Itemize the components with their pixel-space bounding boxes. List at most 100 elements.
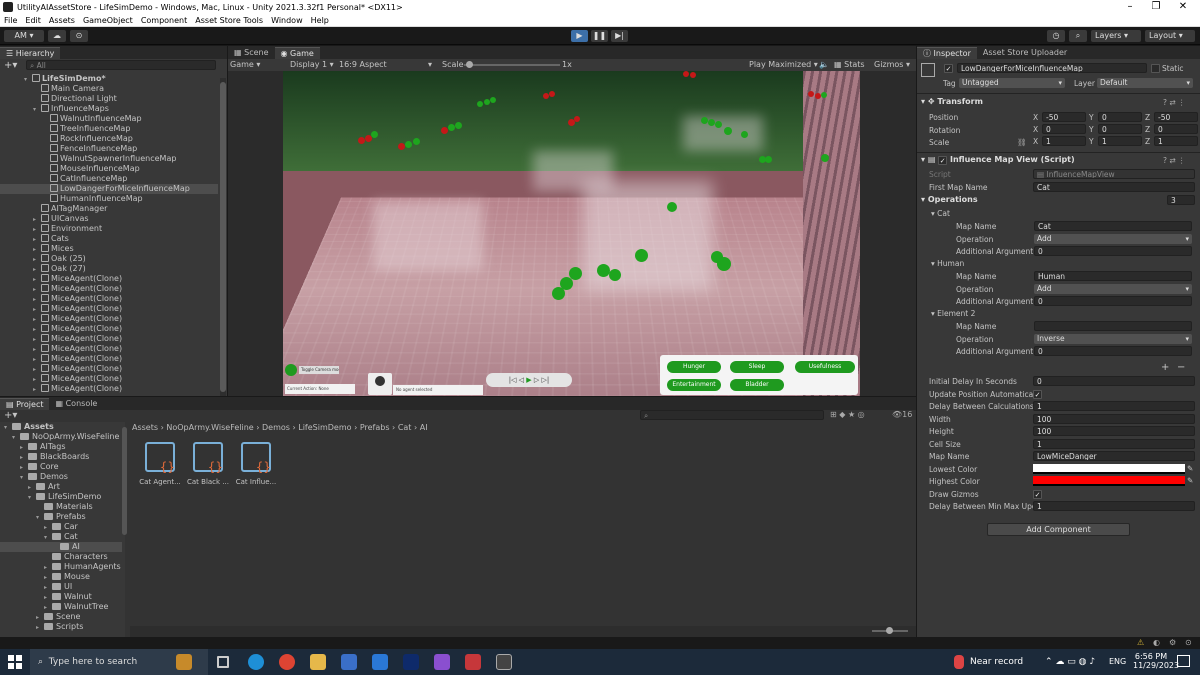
cat-agent[interactable] bbox=[683, 71, 689, 77]
operation-dropdown[interactable]: Inverse bbox=[1034, 333, 1192, 344]
folder-item[interactable]: ▾ LifeSimDemo bbox=[0, 492, 122, 502]
file-explorer-icon[interactable] bbox=[310, 654, 326, 670]
checkbox[interactable]: ✓ bbox=[1033, 489, 1042, 499]
checkbox[interactable]: ✓ bbox=[1033, 389, 1042, 399]
hierarchy-scrollbar[interactable] bbox=[220, 78, 226, 396]
tab-scene[interactable]: ▦ Scene bbox=[228, 47, 275, 59]
folder-item[interactable]: ▾ Prefabs bbox=[0, 512, 122, 522]
pos-x-input[interactable]: -50 bbox=[1042, 112, 1086, 122]
account-dropdown[interactable]: AM ▾ bbox=[4, 30, 44, 42]
layout-dropdown[interactable]: Layout ▾ bbox=[1145, 30, 1195, 42]
color-field[interactable] bbox=[1033, 463, 1185, 474]
hierarchy-item[interactable]: ▸ Oak (25) bbox=[0, 254, 218, 264]
search-highlight-icon[interactable] bbox=[176, 654, 192, 670]
warning-icon[interactable]: ⚠ bbox=[1137, 638, 1144, 647]
layers-dropdown[interactable]: Layers ▾ bbox=[1091, 30, 1141, 42]
aspect-dropdown[interactable]: 16:9 Aspect bbox=[339, 60, 387, 69]
hierarchy-item[interactable]: ▸ MiceAgent(Clone) bbox=[0, 274, 218, 284]
add-component-button[interactable]: Add Component bbox=[987, 523, 1130, 536]
object-name-input[interactable]: LowDangerForMiceInfluenceMap bbox=[957, 63, 1147, 73]
map-name-input[interactable] bbox=[1034, 321, 1192, 331]
mouse-agent[interactable] bbox=[741, 131, 748, 138]
value-input[interactable]: 0 bbox=[1033, 376, 1195, 386]
windows-start-icon[interactable] bbox=[8, 655, 22, 669]
hierarchy-item[interactable]: ▸ MiceAgent(Clone) bbox=[0, 374, 218, 384]
operations-count-input[interactable]: 3 bbox=[1167, 195, 1195, 205]
edge-icon[interactable] bbox=[248, 654, 264, 670]
playback-controls[interactable]: |◁ ◁ ▶ ▷ ▷| bbox=[486, 373, 572, 387]
folder-item[interactable]: ▾ NoOpArmy.WiseFeline bbox=[0, 432, 122, 442]
folder-item[interactable]: ▸ HumanAgents bbox=[0, 562, 122, 572]
axis-z-label[interactable]: Z bbox=[1145, 137, 1150, 146]
notifications-icon[interactable] bbox=[1177, 655, 1190, 667]
transform-header[interactable]: ▾ ✥ Transform bbox=[921, 96, 983, 108]
axis-y-label[interactable]: Y bbox=[1089, 113, 1094, 122]
mouse-agent[interactable] bbox=[724, 127, 732, 135]
folder-item[interactable]: Materials bbox=[0, 502, 122, 512]
hierarchy-item[interactable]: LowDangerForMiceInfluenceMap bbox=[0, 184, 218, 194]
hierarchy-item[interactable]: TreeInfluenceMap bbox=[0, 124, 218, 134]
cat-agent[interactable] bbox=[690, 72, 696, 78]
hierarchy-item[interactable]: ▸ Cats bbox=[0, 234, 218, 244]
gizmos-toggle[interactable]: Gizmos ▾ bbox=[874, 60, 910, 69]
crumb-assets[interactable]: Assets bbox=[132, 423, 158, 432]
first-map-name-input[interactable]: Cat bbox=[1033, 182, 1195, 192]
asset-item[interactable]: {} Cat Influe... bbox=[234, 442, 278, 490]
axis-y-label[interactable]: Y bbox=[1089, 125, 1094, 134]
last-icon[interactable]: ▷| bbox=[542, 376, 550, 384]
filter-icons[interactable]: ⊞ ◆ ★ ◎ bbox=[830, 410, 865, 419]
component-menu-icons[interactable]: ? ⇄ ⋮ bbox=[1163, 98, 1186, 107]
operation-element-foldout[interactable]: ▾ Element 2 bbox=[931, 309, 975, 318]
folder-item[interactable]: ▸ Core bbox=[0, 462, 122, 472]
hierarchy-item[interactable]: ▾ InfluenceMaps bbox=[0, 104, 218, 114]
folder-item[interactable]: ▸ UI bbox=[0, 582, 122, 592]
mouse-agent[interactable] bbox=[821, 92, 827, 98]
hierarchy-item[interactable]: AITagManager bbox=[0, 204, 218, 214]
mouse-agent[interactable] bbox=[609, 269, 621, 281]
color-field[interactable] bbox=[1033, 476, 1185, 486]
mouse-agent[interactable] bbox=[477, 101, 483, 107]
operation-element-foldout[interactable]: ▾ Human bbox=[931, 259, 964, 268]
hierarchy-item[interactable]: ▸ MiceAgent(Clone) bbox=[0, 384, 218, 394]
value-input[interactable]: 100 bbox=[1033, 426, 1195, 436]
chrome-icon[interactable] bbox=[279, 654, 295, 670]
aspect-chevron-icon[interactable]: ▾ bbox=[428, 60, 432, 69]
folder-item[interactable]: Characters bbox=[0, 552, 122, 562]
crumb-demos[interactable]: Demos bbox=[262, 423, 290, 432]
mouse-agent[interactable] bbox=[715, 121, 722, 128]
rot-y-input[interactable]: 0 bbox=[1098, 124, 1142, 134]
folder-item[interactable]: ▸ WalnutTree bbox=[0, 602, 122, 612]
eyedropper-icon[interactable]: ✎ bbox=[1187, 476, 1193, 485]
tab-game[interactable]: ◉ Game bbox=[274, 47, 320, 59]
vscode-icon[interactable] bbox=[403, 654, 419, 670]
hierarchy-item[interactable]: HumanInfluenceMap bbox=[0, 194, 218, 204]
app-icon[interactable] bbox=[465, 654, 481, 670]
hierarchy-item[interactable]: ▸ Oak (27) bbox=[0, 264, 218, 274]
scene-root[interactable]: ▾ LifeSimDemo* bbox=[0, 74, 218, 84]
remove-element-icon[interactable]: − bbox=[1177, 362, 1185, 373]
cat-agent[interactable] bbox=[441, 127, 448, 134]
mouse-agent[interactable] bbox=[667, 202, 677, 212]
menu-gameobject[interactable]: GameObject bbox=[79, 16, 137, 25]
hierarchy-item[interactable]: ▸ MiceAgent(Clone) bbox=[0, 354, 218, 364]
pos-z-input[interactable]: -50 bbox=[1154, 112, 1198, 122]
hierarchy-item[interactable]: ▸ MiceAgent(Clone) bbox=[0, 294, 218, 304]
menu-help[interactable]: Help bbox=[307, 16, 333, 25]
hierarchy-item[interactable]: ▸ Environment bbox=[0, 224, 218, 234]
hierarchy-item[interactable]: ▸ MiceAgent(Clone) bbox=[0, 314, 218, 324]
hierarchy-item[interactable]: CatInfluenceMap bbox=[0, 174, 218, 184]
tag-dropdown[interactable]: Untagged bbox=[959, 78, 1065, 88]
value-input[interactable]: 100 bbox=[1033, 413, 1195, 424]
play-button[interactable]: ▶ bbox=[571, 30, 588, 42]
crumb-cat[interactable]: Cat bbox=[398, 423, 412, 432]
operation-element-foldout[interactable]: ▾ Cat bbox=[931, 209, 950, 218]
mouse-agent[interactable] bbox=[413, 138, 420, 145]
create-icon[interactable]: +▾ bbox=[4, 410, 17, 421]
menu-file[interactable]: File bbox=[0, 16, 21, 25]
cat-agent[interactable] bbox=[358, 137, 365, 144]
scl-y-input[interactable]: 1 bbox=[1098, 136, 1142, 146]
tab-console[interactable]: ▦ Console bbox=[49, 398, 103, 410]
foldout-arrow-icon[interactable]: ▸ bbox=[33, 385, 41, 395]
mouse-agent[interactable] bbox=[371, 131, 378, 138]
tab-inspector[interactable]: ⓘ Inspector bbox=[917, 47, 977, 59]
